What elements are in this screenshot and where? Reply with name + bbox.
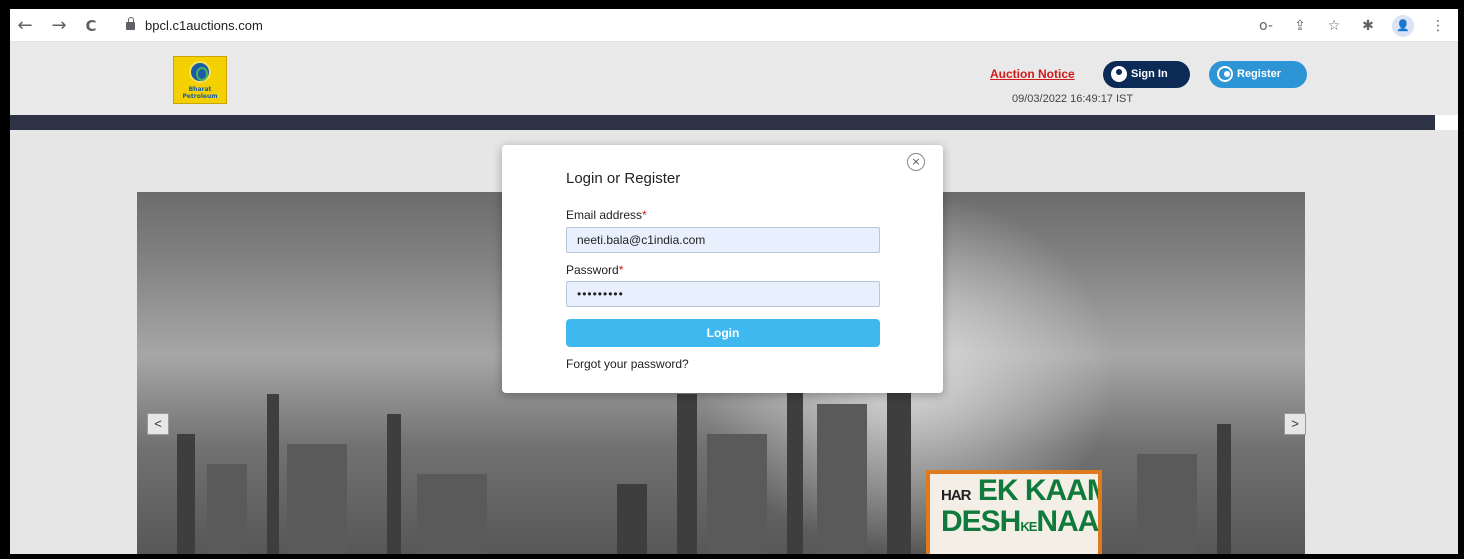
password-label-text: Password [566,263,619,277]
modal-title: Login or Register [566,170,681,187]
required-mark: * [642,208,647,222]
refinery-tower [617,484,647,554]
star-icon[interactable]: ☆ [1324,15,1344,37]
slider-next-button[interactable]: > [1284,413,1306,435]
banner-word: NAAM [1036,505,1099,538]
register-button[interactable]: Register [1209,61,1307,88]
refinery-tower [287,444,347,554]
refinery-tower [417,474,487,554]
refinery-tower [707,434,767,554]
slider-prev-button[interactable]: < [147,413,169,435]
sign-in-label: Sign In [1131,68,1168,80]
refinery-tower [207,464,247,554]
forward-icon[interactable]: → [48,15,70,37]
email-label: Email address* [566,208,647,222]
forgot-password-link[interactable]: Forgot your password? [566,357,689,371]
bharat-petroleum-logo[interactable]: Bharat Petroleum [173,56,227,104]
close-icon[interactable]: × [907,153,925,171]
sign-in-button[interactable]: Sign In [1103,61,1190,88]
email-label-text: Email address [566,208,643,222]
refinery-tower [1217,424,1231,554]
email-field[interactable]: neeti.bala@c1india.com [566,227,880,253]
server-datetime: 09/03/2022 16:49:17 IST [1012,93,1134,105]
lock-icon [126,17,135,30]
refinery-tower [267,394,279,554]
banner-word: DESH [941,505,1021,538]
profile-icon[interactable]: 👤 [1392,15,1414,37]
refinery-tower [817,404,867,554]
back-icon[interactable]: ← [14,15,36,37]
share-icon[interactable]: ⇪ [1290,15,1310,37]
menu-icon[interactable]: ⋮ [1428,15,1448,37]
login-button[interactable]: Login [566,319,880,347]
refinery-tower [387,414,401,554]
password-label: Password* [566,263,623,277]
logo-text: Bharat Petroleum [182,86,218,100]
refinery-tower [1137,454,1197,554]
banner-text: HAR EK KAAM DESHKENAAM [941,476,1099,540]
browser-actions: o- ⇪ ☆ ✱ 👤 ⋮ [1256,15,1448,37]
logo-emblem-icon [189,61,211,83]
required-mark: * [618,263,624,277]
refinery-tower [677,394,697,554]
key-icon[interactable]: o- [1256,15,1276,37]
header-divider-band [10,115,1435,130]
add-user-icon [1217,66,1233,82]
extensions-icon[interactable]: ✱ [1358,15,1378,37]
url-text: bpcl.c1auctions.com [145,18,263,33]
refinery-tower [177,434,195,554]
browser-toolbar: ← → C bpcl.c1auctions.com o- ⇪ ☆ ✱ 👤 ⋮ [10,9,1458,42]
reload-icon[interactable]: C [80,15,102,37]
banner-word: HAR [941,487,971,504]
banner-word: KE [1020,519,1037,534]
address-bar[interactable]: bpcl.c1auctions.com [126,15,263,37]
password-field[interactable]: ••••••••• [566,281,880,307]
browser-window: ← → C bpcl.c1auctions.com o- ⇪ ☆ ✱ 👤 ⋮ B… [10,9,1458,554]
login-modal: × Login or Register Email address* neeti… [502,145,943,393]
har-ek-kaam-banner: HAR EK KAAM DESHKENAAM [926,470,1102,554]
banner-word: EK KAAM [977,474,1102,507]
site-header: Bharat Petroleum Auction Notice Sign In … [10,42,1458,115]
user-icon [1111,66,1127,82]
register-label: Register [1237,68,1282,80]
auction-notice-link[interactable]: Auction Notice [990,67,1075,81]
